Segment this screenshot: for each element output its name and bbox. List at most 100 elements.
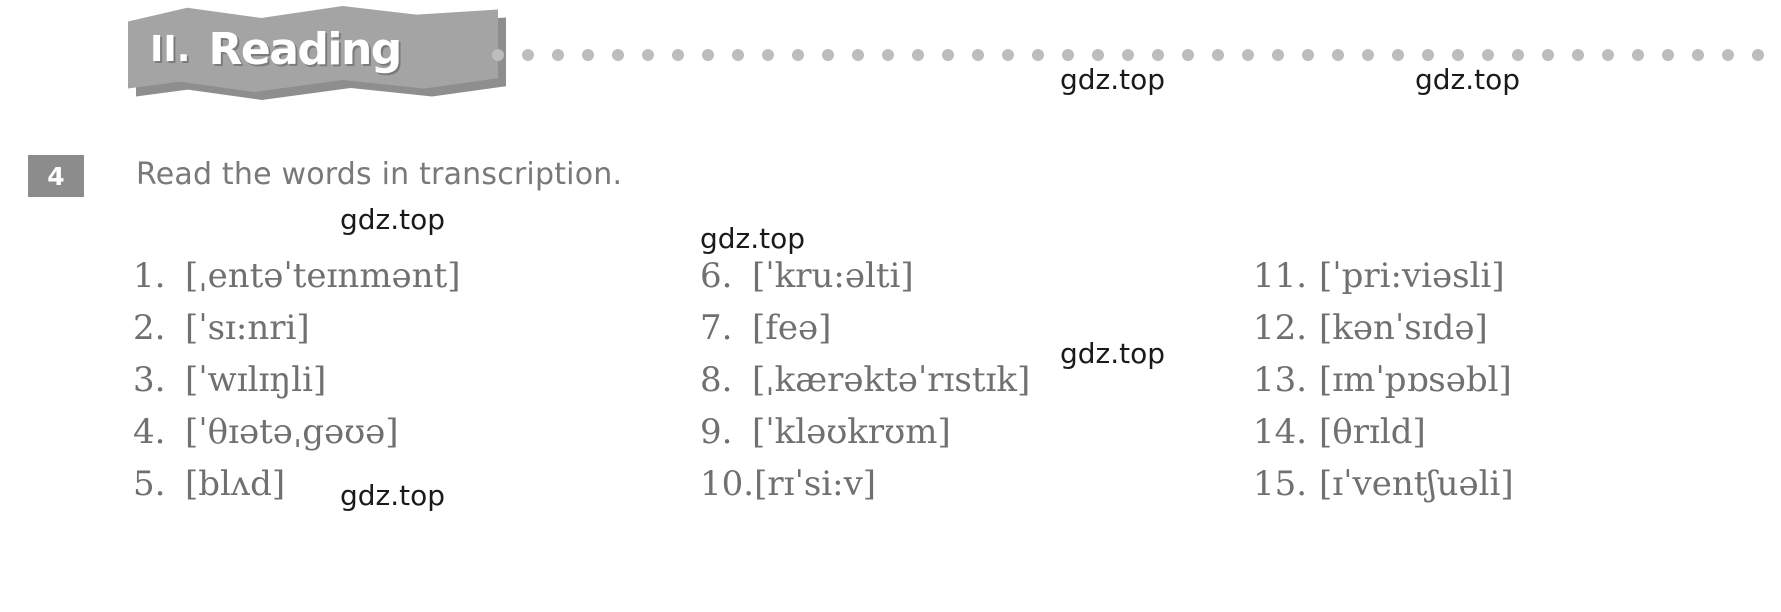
transcription-item-number: 4. [133, 412, 166, 452]
page-root: II. Reading 4 Read the words in transcri… [0, 0, 1781, 612]
transcription-item-ipa: [θrɪld] [1319, 412, 1426, 452]
transcription-item-ipa: [ˌkærəktəˈrɪstɪk] [752, 360, 1031, 400]
transcription-column-1: 1. [ˌentəˈteɪnmənt] 2. [ˈsɪ:nri] 3. [ˈwɪlɪŋli… [133, 256, 461, 516]
rule-dot [702, 49, 714, 61]
rule-dot [972, 49, 984, 61]
rule-dot [1722, 49, 1734, 61]
transcription-item: 15. [ɪˈventʃuəli] [1253, 464, 1514, 516]
watermark: gdz.top [1060, 63, 1166, 96]
rule-dot [1152, 49, 1164, 61]
transcription-item-number: 7. [700, 308, 733, 348]
watermark: gdz.top [1415, 63, 1521, 96]
rule-dot [582, 49, 594, 61]
rule-dot [1452, 49, 1464, 61]
transcription-column-3: 11. [ˈpri:viəsli] 12. [kənˈsɪdə] 13. [ɪmˈpɒsə… [1253, 256, 1514, 516]
transcription-item: 1. [ˌentəˈteɪnmənt] [133, 256, 461, 308]
rule-dot [1542, 49, 1554, 61]
transcription-item: 13. [ɪmˈpɒsəbl] [1253, 360, 1514, 412]
rule-dot [1212, 49, 1224, 61]
rule-dot [942, 49, 954, 61]
transcription-item-ipa: [feə] [752, 308, 832, 348]
rule-dot [732, 49, 744, 61]
exercise-number-badge: 4 [28, 155, 84, 197]
transcription-item-number: 15. [1253, 464, 1308, 504]
transcription-item-ipa: [ˈkləʊkrʊm] [752, 412, 951, 452]
rule-dot [1242, 49, 1254, 61]
rule-dot [1422, 49, 1434, 61]
transcription-item-number: 6. [700, 256, 733, 296]
transcription-item-ipa: [ˈθɪətəˌgəʊə] [185, 412, 399, 452]
transcription-item: 12. [kənˈsɪdə] [1253, 308, 1514, 360]
transcription-item: 11. [ˈpri:viəsli] [1253, 256, 1514, 308]
transcription-item-number: 12. [1253, 308, 1308, 348]
dotted-rule [492, 46, 1781, 64]
transcription-item-ipa: [ˌentəˈteɪnmənt] [185, 256, 461, 296]
transcription-item-number: 10. [700, 464, 755, 504]
transcription-column-2: 6. [ˈkru:əlti] 7. [feə] 8. [ˌkærəktəˈrɪstɪk] 9… [700, 256, 1030, 516]
rule-dot [882, 49, 894, 61]
rule-dot [762, 49, 774, 61]
transcription-item-ipa: [ˈsɪ:nri] [185, 308, 310, 348]
transcription-item-ipa: [ˈpri:viəsli] [1319, 256, 1505, 296]
rule-dot [552, 49, 564, 61]
rule-dot [1302, 49, 1314, 61]
transcription-item-number: 13. [1253, 360, 1308, 400]
section-banner-label: II. Reading [128, 6, 498, 92]
transcription-item-number: 8. [700, 360, 733, 400]
transcription-item: 8. [ˌkærəktəˈrɪstɪk] [700, 360, 1030, 412]
transcription-item: 3. [ˈwɪlɪŋli] [133, 360, 461, 412]
rule-dot [822, 49, 834, 61]
rule-dot [612, 49, 624, 61]
transcription-item-ipa: [ˈwɪlɪŋli] [185, 360, 327, 400]
transcription-item-number: 5. [133, 464, 166, 504]
watermark: gdz.top [1060, 337, 1166, 370]
watermark: gdz.top [340, 479, 446, 512]
watermark: gdz.top [340, 203, 446, 236]
rule-dot [642, 49, 654, 61]
transcription-item-number: 1. [133, 256, 166, 296]
rule-dot [912, 49, 924, 61]
rule-dot [1512, 49, 1524, 61]
section-numeral: II. [150, 28, 191, 70]
rule-dot [1332, 49, 1344, 61]
transcription-item: 7. [feə] [700, 308, 1030, 360]
transcription-item-number: 11. [1253, 256, 1308, 296]
transcription-item: 10. [rɪˈsi:v] [700, 464, 1030, 516]
rule-dot [1002, 49, 1014, 61]
transcription-item: 4. [ˈθɪətəˌgəʊə] [133, 412, 461, 464]
section-banner: II. Reading [128, 2, 518, 106]
rule-dot [1122, 49, 1134, 61]
rule-dot [852, 49, 864, 61]
transcription-item-ipa: [ɪˈventʃuəli] [1319, 464, 1514, 504]
transcription-item: 14. [θrɪld] [1253, 412, 1514, 464]
transcription-item-ipa: [ˈkru:əlti] [752, 256, 914, 296]
transcription-item-ipa: [kənˈsɪdə] [1319, 308, 1488, 348]
transcription-item-ipa: [rɪˈsi:v] [754, 464, 877, 504]
rule-dot [1062, 49, 1074, 61]
rule-dot [1272, 49, 1284, 61]
transcription-columns: 1. [ˌentəˈteɪnmənt] 2. [ˈsɪ:nri] 3. [ˈwɪlɪŋli… [0, 256, 1781, 556]
rule-dot [1392, 49, 1404, 61]
transcription-item-number: 14. [1253, 412, 1308, 452]
exercise-instruction: Read the words in transcription. [136, 157, 623, 192]
rule-dot [492, 49, 504, 61]
rule-dot [1662, 49, 1674, 61]
rule-dot [1032, 49, 1044, 61]
rule-dot [672, 49, 684, 61]
rule-dot [1482, 49, 1494, 61]
rule-dot [1572, 49, 1584, 61]
watermark: gdz.top [700, 222, 806, 255]
rule-dot [522, 49, 534, 61]
transcription-item-ipa: [blʌd] [185, 464, 286, 504]
rule-dot [1692, 49, 1704, 61]
transcription-item-number: 2. [133, 308, 166, 348]
rule-dot [1752, 49, 1764, 61]
transcription-item: 2. [ˈsɪ:nri] [133, 308, 461, 360]
transcription-item-number: 9. [700, 412, 733, 452]
rule-dot [1602, 49, 1614, 61]
transcription-item-number: 3. [133, 360, 166, 400]
rule-dot [1362, 49, 1374, 61]
rule-dot [792, 49, 804, 61]
rule-dot [1182, 49, 1194, 61]
transcription-item-ipa: [ɪmˈpɒsəbl] [1319, 360, 1512, 400]
